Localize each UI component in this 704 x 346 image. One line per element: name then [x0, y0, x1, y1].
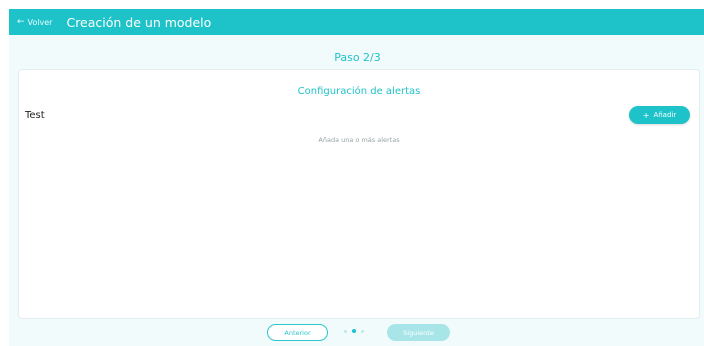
- back-label: Volver: [27, 17, 53, 27]
- previous-button[interactable]: Anterior: [267, 324, 328, 341]
- step-dot-1: [344, 329, 347, 333]
- add-alert-button[interactable]: + Añadir: [629, 106, 690, 124]
- step-indicator: Paso 2/3: [334, 51, 381, 64]
- wizard-footer: Anterior Siguiente: [9, 321, 704, 341]
- plus-icon: +: [642, 110, 650, 120]
- model-name: Test: [25, 110, 45, 121]
- page-title: Creación de un modelo: [66, 14, 212, 30]
- alerts-card: Configuración de alertas Test + Añadir A…: [18, 69, 700, 319]
- next-button[interactable]: Siguiente: [387, 324, 450, 341]
- step-dot-2: [352, 329, 356, 333]
- empty-state-message: Añada una o más alertas: [318, 136, 400, 144]
- app-frame: ← Volver Creación de un modelo Paso 2/3 …: [9, 9, 704, 346]
- add-button-label: Añadir: [653, 111, 677, 119]
- arrow-left-icon: ←: [17, 17, 25, 27]
- step-dot-3: [361, 329, 364, 333]
- back-button[interactable]: ← Volver: [17, 17, 52, 27]
- top-bar: ← Volver Creación de un modelo: [9, 9, 704, 35]
- card-title: Configuración de alertas: [297, 86, 421, 97]
- step-dots: [344, 329, 364, 333]
